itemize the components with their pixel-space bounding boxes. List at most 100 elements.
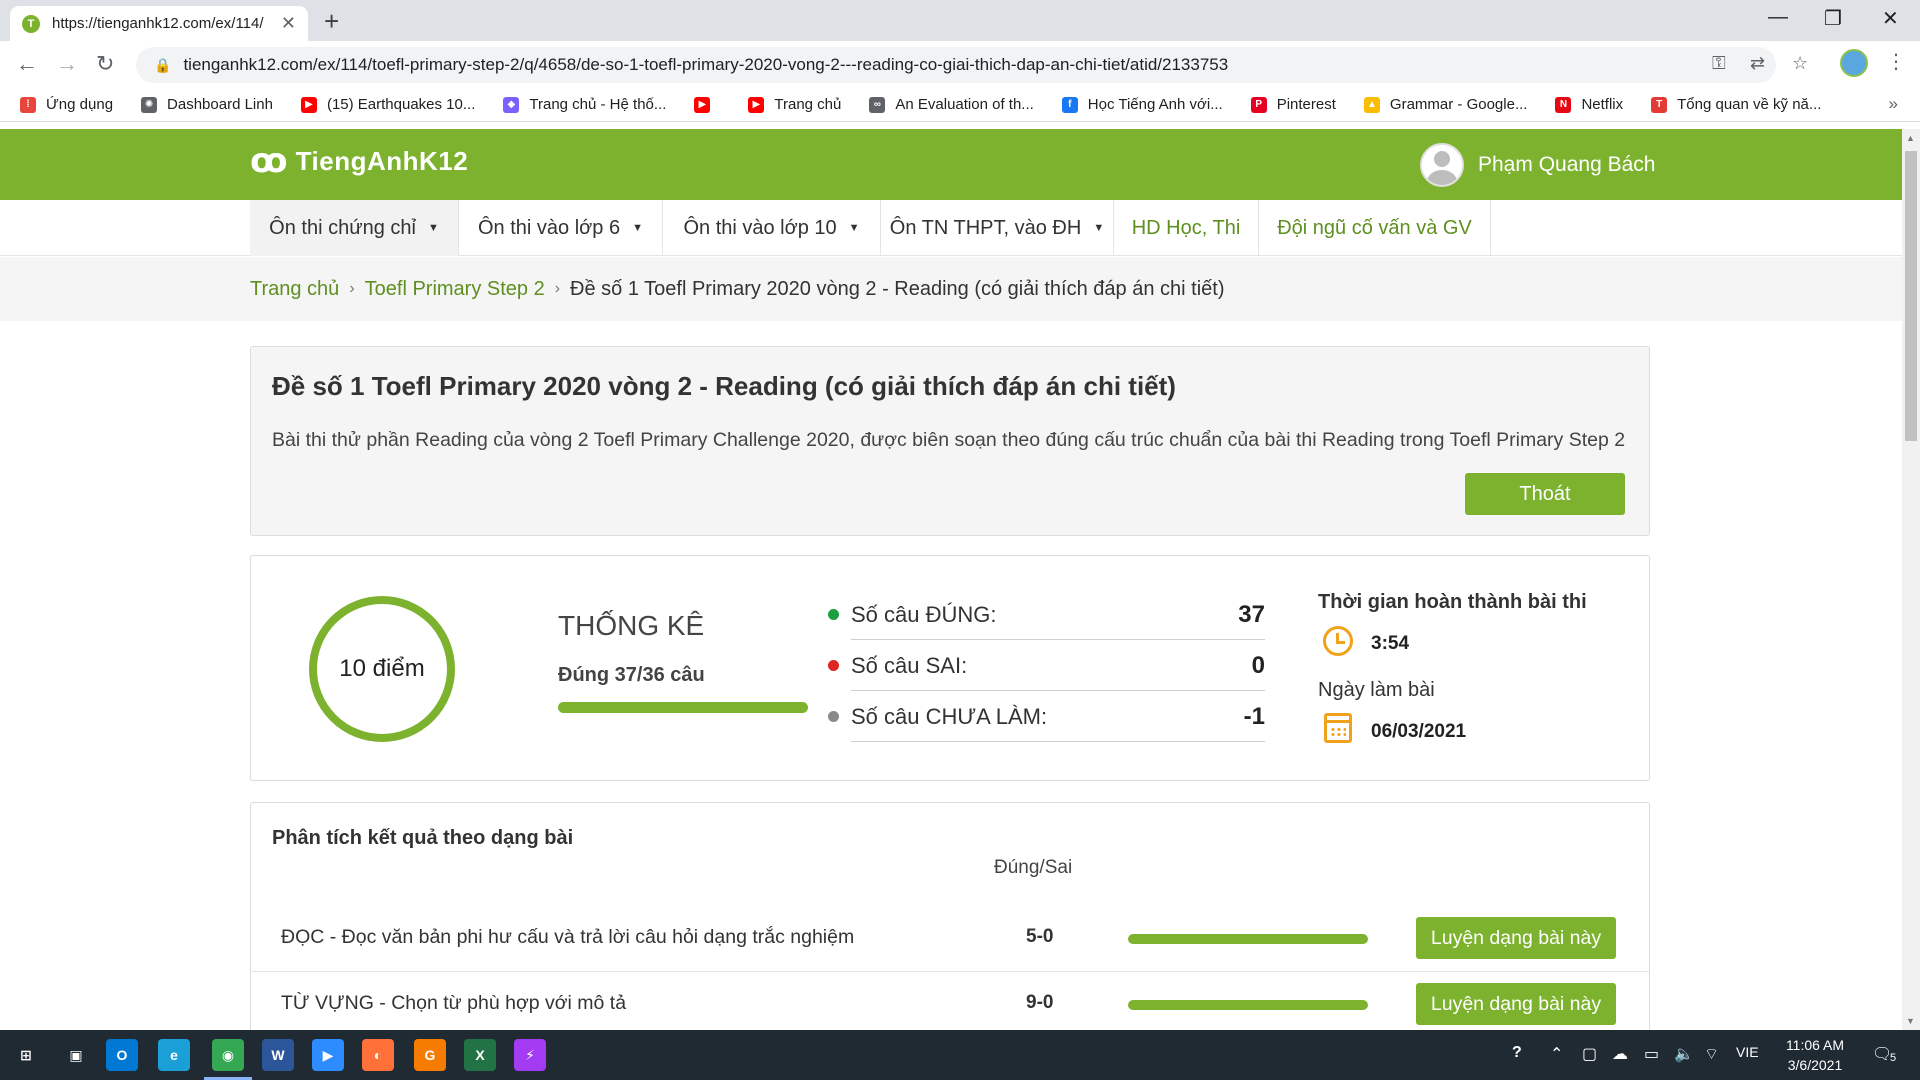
bookmark-label: Trang chủ	[774, 96, 842, 113]
translate-icon[interactable]: ⇄	[1750, 53, 1765, 74]
scroll-down-icon[interactable]: ▼	[1906, 1016, 1915, 1026]
practice-button[interactable]: Luyện dạng bài này	[1416, 917, 1616, 959]
pdf-icon[interactable]: G	[414, 1039, 446, 1071]
exit-button[interactable]: Thoát	[1465, 473, 1625, 515]
bookmark-item[interactable]: ▶ (15) Earthquakes 10...	[300, 96, 475, 113]
clock-date: 3/6/2021	[1787, 1057, 1843, 1073]
lock-icon[interactable]: 🔒	[154, 57, 171, 74]
stat-label: Số câu CHƯA LÀM:	[851, 703, 1048, 729]
nav-item-certificates[interactable]: Ôn thi chứng chỉ ▼	[250, 200, 459, 256]
netflix-icon: N	[1555, 96, 1572, 113]
caret-down-icon: ▼	[632, 222, 643, 234]
chrome-icon[interactable]: ◉	[212, 1039, 244, 1071]
vertical-scrollbar[interactable]: ▲ ▼	[1902, 129, 1920, 1030]
stat-row-unanswered: Số câu CHƯA LÀM: -1	[828, 692, 1265, 742]
help-icon[interactable]: ?	[1512, 1044, 1522, 1062]
close-tab-icon[interactable]: ✕	[281, 13, 296, 34]
bookmark-label: Tổng quan về kỹ nă...	[1677, 96, 1822, 113]
excel-icon[interactable]: X	[464, 1039, 496, 1071]
edge-icon[interactable]: e	[158, 1039, 190, 1071]
profile-avatar[interactable]	[1840, 49, 1868, 77]
bookmark-item[interactable]: P Pinterest	[1250, 96, 1336, 113]
close-window-icon[interactable]: ✕	[1882, 6, 1899, 31]
facebook-icon: f	[1061, 96, 1078, 113]
skill-score: 5-0	[1026, 926, 1054, 947]
user-avatar-icon	[1420, 143, 1464, 187]
language-indicator[interactable]: VIE	[1736, 1044, 1759, 1060]
bookmark-item[interactable]: ◆ Trang chủ - Hệ thố...	[503, 96, 666, 113]
main-nav: Ôn thi chứng chỉ ▼ Ôn thi vào lớp 6 ▼ Ôn…	[0, 200, 1902, 256]
practice-button[interactable]: Luyện dạng bài này	[1416, 983, 1616, 1025]
windows-start-icon[interactable]: ⊞	[10, 1039, 42, 1071]
minimize-icon[interactable]: —	[1768, 6, 1788, 29]
bookmark-item[interactable]: ✺ Dashboard Linh	[141, 96, 273, 113]
red-dot-icon	[828, 660, 839, 671]
bookmark-item[interactable]: N Netflix	[1555, 96, 1623, 113]
bookmark-label: Ứng dụng	[46, 96, 114, 113]
nav-label: Ôn thi vào lớp 10	[683, 216, 837, 239]
breadcrumb-home-link[interactable]: Trang chủ	[250, 278, 339, 301]
firefox-icon[interactable]: ◐	[362, 1039, 394, 1071]
youtube-icon: ▶	[694, 96, 711, 113]
tray-chevron-up-icon[interactable]: ⌃	[1550, 1044, 1563, 1064]
calendar-icon	[1324, 713, 1352, 743]
site-logo[interactable]: ꝏ TiengAnhK12	[250, 141, 468, 181]
outlook-icon[interactable]: O	[106, 1039, 138, 1071]
gray-dot-icon	[828, 711, 839, 722]
breadcrumb-section-link[interactable]: Toefl Primary Step 2	[365, 278, 545, 301]
clock-time: 11:06 AM	[1785, 1037, 1845, 1053]
system-clock[interactable]: 11:06 AM 3/6/2021	[1770, 1035, 1860, 1075]
bookmark-item[interactable]: ▲ Grammar - Google...	[1363, 96, 1527, 113]
cloud-icon[interactable]: ☁	[1612, 1044, 1628, 1064]
restore-icon[interactable]: ❐	[1824, 6, 1842, 31]
star-bookmark-icon[interactable]: ☆	[1792, 53, 1808, 74]
stat-row-correct: Số câu ĐÚNG: 37	[828, 590, 1265, 640]
bookmark-item[interactable]: ∞ An Evaluation of th...	[869, 96, 1034, 113]
bookmark-item[interactable]: f Học Tiếng Anh với...	[1061, 96, 1223, 113]
site-header: ꝏ TiengAnhK12 Phạm Quang Bách	[0, 129, 1902, 200]
back-icon[interactable]: ←	[16, 51, 38, 77]
user-menu[interactable]: Phạm Quang Bách	[1420, 143, 1655, 187]
volume-icon[interactable]: 🔈	[1674, 1044, 1694, 1064]
apps-grid-icon: ⁞	[20, 96, 36, 113]
key-icon[interactable]: ⚿	[1712, 53, 1726, 74]
more-bookmarks-icon[interactable]: »	[1889, 94, 1898, 114]
scroll-up-icon[interactable]: ▲	[1906, 133, 1915, 143]
forward-icon[interactable]: →	[56, 51, 78, 77]
url-text[interactable]: tienganhk12.com/ex/114/toefl-primary-ste…	[183, 55, 1228, 75]
browser-tab[interactable]: T https://tienganhk12.com/ex/114/ ✕	[10, 6, 308, 41]
bookmark-item[interactable]: ▶	[694, 96, 720, 113]
exam-date-value: 06/03/2021	[1371, 721, 1467, 742]
youtube-icon: ▶	[300, 96, 317, 113]
zoom-icon[interactable]: ▶	[312, 1039, 344, 1071]
nav-label: Ôn thi vào lớp 6	[478, 216, 621, 239]
stats-title: THỐNG KÊ	[558, 610, 705, 641]
bookmark-item[interactable]: T Tổng quan về kỹ nă...	[1651, 96, 1821, 113]
messenger-icon[interactable]: ⚡	[514, 1039, 546, 1071]
caret-down-icon: ▼	[1093, 222, 1105, 234]
stats-card: 10 điểm THỐNG KÊ Đúng 37/36 câu Số câu Đ…	[250, 555, 1650, 781]
bookmark-item[interactable]: ▶ Trang chủ	[748, 96, 841, 113]
nav-item-grade10[interactable]: Ôn thi vào lớp 10 ▼	[663, 200, 881, 256]
stats-progress-bar	[558, 702, 808, 713]
battery-icon[interactable]: ▭	[1644, 1044, 1659, 1064]
notification-count: 5	[1890, 1052, 1897, 1064]
device-icon[interactable]: ▢	[1582, 1044, 1597, 1064]
scrollbar-thumb[interactable]	[1905, 151, 1917, 441]
nav-item-advisors[interactable]: Đội ngũ cố vấn và GV	[1259, 200, 1491, 256]
browser-toolbar: ← → ↻ 🔒 tienganhk12.com/ex/114/toefl-pri…	[0, 41, 1920, 88]
bookmark-item[interactable]: ⁞ Ứng dụng	[20, 96, 113, 113]
exam-info-card: Đề số 1 Toefl Primary 2020 vòng 2 - Read…	[250, 346, 1650, 536]
task-view-icon[interactable]: ▣	[60, 1039, 92, 1071]
nav-item-guide[interactable]: HD Học, Thi	[1114, 200, 1259, 256]
stat-label: Số câu ĐÚNG:	[851, 601, 997, 627]
menu-kebab-icon[interactable]: ⋮	[1886, 49, 1906, 74]
wifi-icon[interactable]: ⌔	[1704, 1044, 1719, 1064]
reload-icon[interactable]: ↻	[96, 51, 114, 77]
nav-item-thpt[interactable]: Ôn TN THPT, vào ĐH ▼	[881, 200, 1114, 256]
new-tab-button[interactable]: +	[324, 6, 339, 37]
nav-item-grade6[interactable]: Ôn thi vào lớp 6 ▼	[459, 200, 663, 256]
address-bar[interactable]: 🔒 tienganhk12.com/ex/114/toefl-primary-s…	[136, 47, 1776, 83]
nav-label: Đội ngũ cố vấn và GV	[1277, 216, 1472, 239]
word-icon[interactable]: W	[262, 1039, 294, 1071]
